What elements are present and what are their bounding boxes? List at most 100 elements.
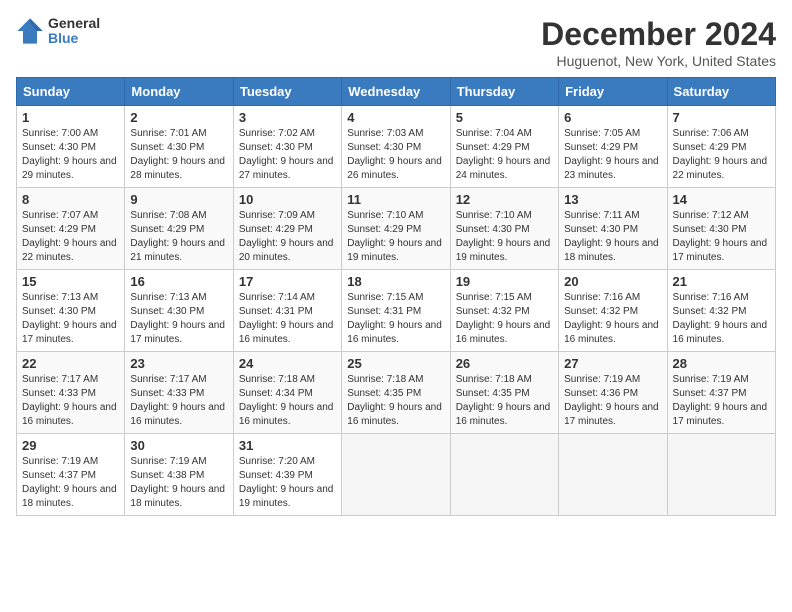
calendar-table: SundayMondayTuesdayWednesdayThursdayFrid… bbox=[16, 77, 776, 516]
cell-details: Sunrise: 7:03 AMSunset: 4:30 PMDaylight:… bbox=[347, 127, 444, 183]
day-number: 17 bbox=[239, 274, 336, 289]
calendar-cell: 20 Sunrise: 7:16 AMSunset: 4:32 PMDayligh… bbox=[559, 270, 667, 352]
column-header-friday: Friday bbox=[559, 78, 667, 106]
calendar-cell: 11 Sunrise: 7:10 AMSunset: 4:29 PMDayligh… bbox=[342, 188, 450, 270]
cell-details: Sunrise: 7:15 AMSunset: 4:31 PMDaylight:… bbox=[347, 291, 444, 347]
day-number: 6 bbox=[564, 110, 661, 125]
calendar-header-row: SundayMondayTuesdayWednesdayThursdayFrid… bbox=[17, 78, 776, 106]
calendar-week-row: 1 Sunrise: 7:00 AMSunset: 4:30 PMDaylight… bbox=[17, 106, 776, 188]
calendar-cell bbox=[667, 434, 775, 516]
logo-line1: General bbox=[48, 16, 100, 31]
day-number: 22 bbox=[22, 356, 119, 371]
calendar-cell: 3 Sunrise: 7:02 AMSunset: 4:30 PMDaylight… bbox=[233, 106, 341, 188]
calendar-week-row: 29Sunrise: 7:19 AMSunset: 4:37 PMDayligh… bbox=[17, 434, 776, 516]
day-number: 30 bbox=[130, 438, 227, 453]
cell-details: Sunrise: 7:16 AMSunset: 4:32 PMDaylight:… bbox=[673, 291, 770, 347]
calendar-cell bbox=[559, 434, 667, 516]
day-number: 31 bbox=[239, 438, 336, 453]
calendar-cell: 19 Sunrise: 7:15 AMSunset: 4:32 PMDayligh… bbox=[450, 270, 558, 352]
calendar-cell: 30 Sunrise: 7:19 AMSunset: 4:38 PMDayligh… bbox=[125, 434, 233, 516]
calendar-title: December 2024 bbox=[541, 16, 776, 53]
calendar-week-row: 8 Sunrise: 7:07 AMSunset: 4:29 PMDaylight… bbox=[17, 188, 776, 270]
day-number: 1 bbox=[22, 110, 119, 125]
cell-details: Sunrise: 7:18 AMSunset: 4:34 PMDaylight:… bbox=[239, 373, 336, 429]
calendar-cell: 23 Sunrise: 7:17 AMSunset: 4:33 PMDayligh… bbox=[125, 352, 233, 434]
logo: General Blue bbox=[16, 16, 100, 47]
calendar-cell: 14Sunrise: 7:12 AMSunset: 4:30 PMDayligh… bbox=[667, 188, 775, 270]
day-number: 25 bbox=[347, 356, 444, 371]
cell-details: Sunrise: 7:13 AMSunset: 4:30 PMDaylight:… bbox=[130, 291, 227, 347]
cell-details: Sunrise: 7:18 AMSunset: 4:35 PMDaylight:… bbox=[347, 373, 444, 429]
cell-details: Sunrise: 7:17 AMSunset: 4:33 PMDaylight:… bbox=[130, 373, 227, 429]
day-number: 28 bbox=[673, 356, 770, 371]
day-number: 19 bbox=[456, 274, 553, 289]
calendar-cell: 27 Sunrise: 7:19 AMSunset: 4:36 PMDayligh… bbox=[559, 352, 667, 434]
cell-details: Sunrise: 7:19 AMSunset: 4:37 PMDaylight:… bbox=[673, 373, 770, 429]
day-number: 24 bbox=[239, 356, 336, 371]
day-number: 3 bbox=[239, 110, 336, 125]
calendar-cell: 31 Sunrise: 7:20 AMSunset: 4:39 PMDayligh… bbox=[233, 434, 341, 516]
cell-details: Sunrise: 7:04 AMSunset: 4:29 PMDaylight:… bbox=[456, 127, 553, 183]
calendar-cell bbox=[450, 434, 558, 516]
calendar-cell: 15 Sunrise: 7:13 AMSunset: 4:30 PMDayligh… bbox=[17, 270, 125, 352]
calendar-cell: 12Sunrise: 7:10 AMSunset: 4:30 PMDayligh… bbox=[450, 188, 558, 270]
cell-details: Sunrise: 7:15 AMSunset: 4:32 PMDaylight:… bbox=[456, 291, 553, 347]
calendar-cell: 29Sunrise: 7:19 AMSunset: 4:37 PMDayligh… bbox=[17, 434, 125, 516]
calendar-cell: 13Sunrise: 7:11 AMSunset: 4:30 PMDayligh… bbox=[559, 188, 667, 270]
day-number: 15 bbox=[22, 274, 119, 289]
cell-details: Sunrise: 7:13 AMSunset: 4:30 PMDaylight:… bbox=[22, 291, 119, 347]
day-number: 11 bbox=[347, 192, 444, 207]
calendar-cell: 25 Sunrise: 7:18 AMSunset: 4:35 PMDayligh… bbox=[342, 352, 450, 434]
column-header-monday: Monday bbox=[125, 78, 233, 106]
cell-details: Sunrise: 7:19 AMSunset: 4:36 PMDaylight:… bbox=[564, 373, 661, 429]
day-number: 26 bbox=[456, 356, 553, 371]
cell-details: Sunrise: 7:07 AMSunset: 4:29 PMDaylight:… bbox=[22, 209, 119, 265]
day-number: 16 bbox=[130, 274, 227, 289]
day-number: 23 bbox=[130, 356, 227, 371]
cell-details: Sunrise: 7:19 AMSunset: 4:37 PMDaylight:… bbox=[22, 455, 119, 511]
calendar-cell bbox=[342, 434, 450, 516]
calendar-cell: 28 Sunrise: 7:19 AMSunset: 4:37 PMDayligh… bbox=[667, 352, 775, 434]
calendar-cell: 26Sunrise: 7:18 AMSunset: 4:35 PMDayligh… bbox=[450, 352, 558, 434]
calendar-week-row: 22 Sunrise: 7:17 AMSunset: 4:33 PMDayligh… bbox=[17, 352, 776, 434]
cell-details: Sunrise: 7:19 AMSunset: 4:38 PMDaylight:… bbox=[130, 455, 227, 511]
column-header-wednesday: Wednesday bbox=[342, 78, 450, 106]
day-number: 2 bbox=[130, 110, 227, 125]
calendar-cell: 24 Sunrise: 7:18 AMSunset: 4:34 PMDayligh… bbox=[233, 352, 341, 434]
column-header-sunday: Sunday bbox=[17, 78, 125, 106]
day-number: 10 bbox=[239, 192, 336, 207]
calendar-cell: 8 Sunrise: 7:07 AMSunset: 4:29 PMDaylight… bbox=[17, 188, 125, 270]
day-number: 8 bbox=[22, 192, 119, 207]
cell-details: Sunrise: 7:02 AMSunset: 4:30 PMDaylight:… bbox=[239, 127, 336, 183]
cell-details: Sunrise: 7:09 AMSunset: 4:29 PMDaylight:… bbox=[239, 209, 336, 265]
day-number: 9 bbox=[130, 192, 227, 207]
calendar-cell: 7Sunrise: 7:06 AMSunset: 4:29 PMDaylight… bbox=[667, 106, 775, 188]
calendar-cell: 18 Sunrise: 7:15 AMSunset: 4:31 PMDayligh… bbox=[342, 270, 450, 352]
calendar-cell: 10 Sunrise: 7:09 AMSunset: 4:29 PMDayligh… bbox=[233, 188, 341, 270]
calendar-cell: 17Sunrise: 7:14 AMSunset: 4:31 PMDayligh… bbox=[233, 270, 341, 352]
column-header-thursday: Thursday bbox=[450, 78, 558, 106]
calendar-cell: 4Sunrise: 7:03 AMSunset: 4:30 PMDaylight… bbox=[342, 106, 450, 188]
calendar-cell: 1 Sunrise: 7:00 AMSunset: 4:30 PMDaylight… bbox=[17, 106, 125, 188]
cell-details: Sunrise: 7:00 AMSunset: 4:30 PMDaylight:… bbox=[22, 127, 119, 183]
day-number: 18 bbox=[347, 274, 444, 289]
day-number: 21 bbox=[673, 274, 770, 289]
calendar-subtitle: Huguenot, New York, United States bbox=[541, 53, 776, 69]
cell-details: Sunrise: 7:20 AMSunset: 4:39 PMDaylight:… bbox=[239, 455, 336, 511]
day-number: 12 bbox=[456, 192, 553, 207]
calendar-cell: 16 Sunrise: 7:13 AMSunset: 4:30 PMDayligh… bbox=[125, 270, 233, 352]
cell-details: Sunrise: 7:10 AMSunset: 4:29 PMDaylight:… bbox=[347, 209, 444, 265]
logo-line2: Blue bbox=[48, 31, 100, 46]
calendar-cell: 22 Sunrise: 7:17 AMSunset: 4:33 PMDayligh… bbox=[17, 352, 125, 434]
calendar-cell: 5Sunrise: 7:04 AMSunset: 4:29 PMDaylight… bbox=[450, 106, 558, 188]
cell-details: Sunrise: 7:17 AMSunset: 4:33 PMDaylight:… bbox=[22, 373, 119, 429]
calendar-week-row: 15 Sunrise: 7:13 AMSunset: 4:30 PMDayligh… bbox=[17, 270, 776, 352]
logo-icon bbox=[16, 17, 44, 45]
day-number: 13 bbox=[564, 192, 661, 207]
day-number: 27 bbox=[564, 356, 661, 371]
cell-details: Sunrise: 7:08 AMSunset: 4:29 PMDaylight:… bbox=[130, 209, 227, 265]
column-header-tuesday: Tuesday bbox=[233, 78, 341, 106]
page-header: General Blue December 2024 Huguenot, New… bbox=[16, 16, 776, 69]
cell-details: Sunrise: 7:16 AMSunset: 4:32 PMDaylight:… bbox=[564, 291, 661, 347]
day-number: 20 bbox=[564, 274, 661, 289]
